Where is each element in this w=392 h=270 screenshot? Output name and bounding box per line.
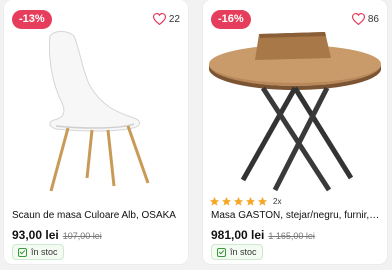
product-title[interactable]: Scaun de masa Culoare Alb, OSAKA: [12, 210, 182, 221]
rating-count: 2x: [273, 197, 282, 206]
white-chair-image[interactable]: [4, 28, 188, 193]
price: 981,00 lei: [211, 228, 265, 242]
star-icon: [221, 196, 232, 206]
stock-label: în stoc: [31, 247, 58, 257]
stock-badge: în stoc: [211, 244, 263, 260]
wishlist-button[interactable]: 22: [152, 13, 180, 25]
stock-badge: în stoc: [12, 244, 64, 260]
old-price: 107,00 lei: [62, 231, 102, 241]
price-row: 981,00 lei 1 165,00 lei: [211, 228, 315, 242]
product-card[interactable]: -16% 86 2x Masa GASTON, stejar/negru, fu…: [203, 0, 387, 264]
product-card[interactable]: -13% 22 Scaun de masa Culoare Alb, OSAKA…: [4, 0, 188, 264]
check-icon: [18, 247, 27, 257]
heart-icon: [152, 13, 166, 25]
wishlist-count: 22: [168, 13, 180, 25]
heart-icon: [351, 13, 365, 25]
price-row: 93,00 lei 107,00 lei: [12, 228, 102, 242]
star-icon: [233, 196, 244, 206]
round-table-image[interactable]: [203, 28, 387, 193]
discount-badge: -13%: [12, 10, 52, 29]
wishlist-button[interactable]: 86: [351, 13, 379, 25]
star-icon: [245, 196, 256, 206]
star-icon: [209, 196, 220, 206]
check-icon: [217, 247, 226, 257]
rating: 2x: [209, 196, 281, 207]
stock-label: în stoc: [230, 247, 257, 257]
product-title[interactable]: Masa GASTON, stejar/negru, furnir, 1...: [211, 210, 381, 221]
price: 93,00 lei: [12, 228, 59, 242]
wishlist-count: 86: [367, 13, 379, 25]
discount-badge: -16%: [211, 10, 251, 29]
old-price: 1 165,00 lei: [268, 231, 315, 241]
star-icon: [257, 196, 268, 206]
